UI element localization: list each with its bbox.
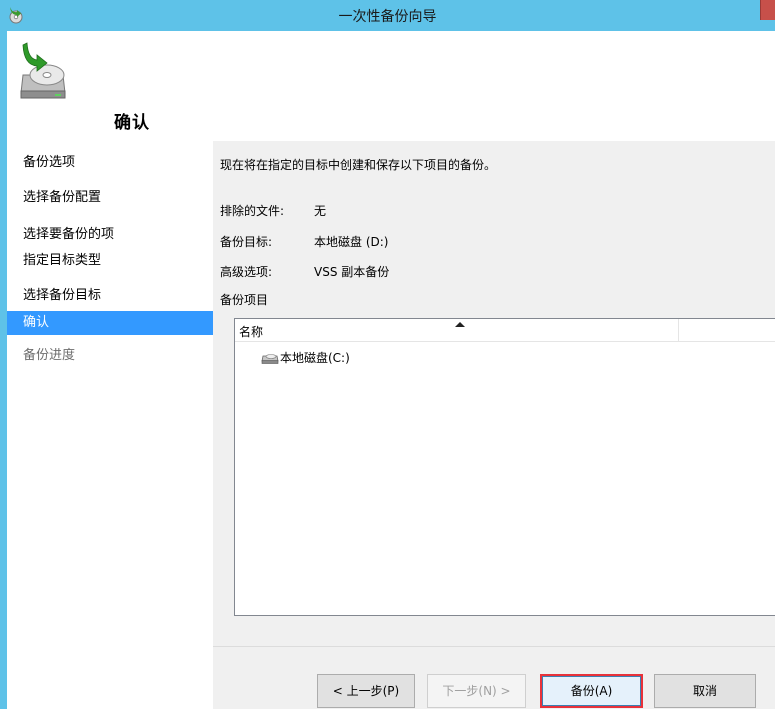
backup-button[interactable]: 备份(A) bbox=[540, 674, 643, 708]
summary-value: 本地磁盘 (D:) bbox=[314, 235, 389, 249]
step-select-backup-destination[interactable]: 选择备份目标 bbox=[7, 284, 213, 308]
step-select-backup-config[interactable]: 选择备份配置 bbox=[7, 186, 213, 210]
column-name-header[interactable]: 名称 bbox=[239, 323, 263, 340]
list-item-label: 本地磁盘(C:) bbox=[280, 351, 350, 365]
window-frame-left bbox=[0, 31, 7, 709]
next-button: 下一步(N) > bbox=[427, 674, 526, 708]
summary-key: 高级选项: bbox=[220, 265, 273, 279]
footer-divider bbox=[213, 646, 775, 647]
wizard-steps-sidebar: 备份选项 选择备份配置 选择要备份的项 指定目标类型 选择备份目标 确认 备份进… bbox=[7, 141, 213, 709]
intro-text: 现在将在指定的目标中创建和保存以下项目的备份。 bbox=[220, 158, 497, 172]
backup-items-list[interactable]: 名称 本地磁盘(C:) bbox=[234, 318, 775, 616]
cancel-button[interactable]: 取消 bbox=[654, 674, 756, 708]
window-title: 一次性备份向导 bbox=[338, 9, 437, 25]
summary-value: VSS 副本备份 bbox=[314, 265, 390, 279]
summary-excluded-files: 排除的文件: 无 bbox=[220, 202, 326, 219]
summary-key: 排除的文件: bbox=[220, 204, 285, 218]
step-select-items[interactable]: 选择要备份的项 bbox=[7, 223, 213, 247]
drive-icon bbox=[261, 354, 279, 364]
summary-key: 备份目标: bbox=[220, 235, 273, 249]
list-item[interactable]: 本地磁盘(C:) bbox=[261, 349, 350, 365]
step-backup-progress: 备份进度 bbox=[23, 348, 76, 363]
backup-items-label: 备份项目 bbox=[220, 293, 269, 307]
wizard-header: 确认 bbox=[7, 31, 775, 141]
column-divider[interactable] bbox=[678, 319, 679, 341]
summary-backup-destination: 备份目标: 本地磁盘 (D:) bbox=[220, 233, 388, 250]
list-column-header[interactable]: 名称 bbox=[235, 319, 775, 342]
step-specify-destination-type[interactable]: 指定目标类型 bbox=[7, 249, 213, 273]
step-backup-options[interactable]: 备份选项 bbox=[7, 151, 213, 175]
backup-disk-icon bbox=[20, 42, 66, 99]
close-button[interactable] bbox=[760, 0, 775, 20]
sort-ascending-icon bbox=[455, 322, 465, 327]
wizard-content: 现在将在指定的目标中创建和保存以下项目的备份。 排除的文件: 无 备份目标: 本地磁… bbox=[213, 141, 775, 709]
summary-advanced-options: 高级选项: VSS 副本备份 bbox=[220, 263, 389, 280]
summary-value: 无 bbox=[314, 204, 327, 218]
step-confirmation[interactable]: 确认 bbox=[7, 311, 213, 335]
previous-button[interactable]: < 上一步(P) bbox=[317, 674, 415, 708]
window-titlebar[interactable]: 一次性备份向导 bbox=[0, 0, 775, 31]
page-title: 确认 bbox=[114, 113, 150, 133]
